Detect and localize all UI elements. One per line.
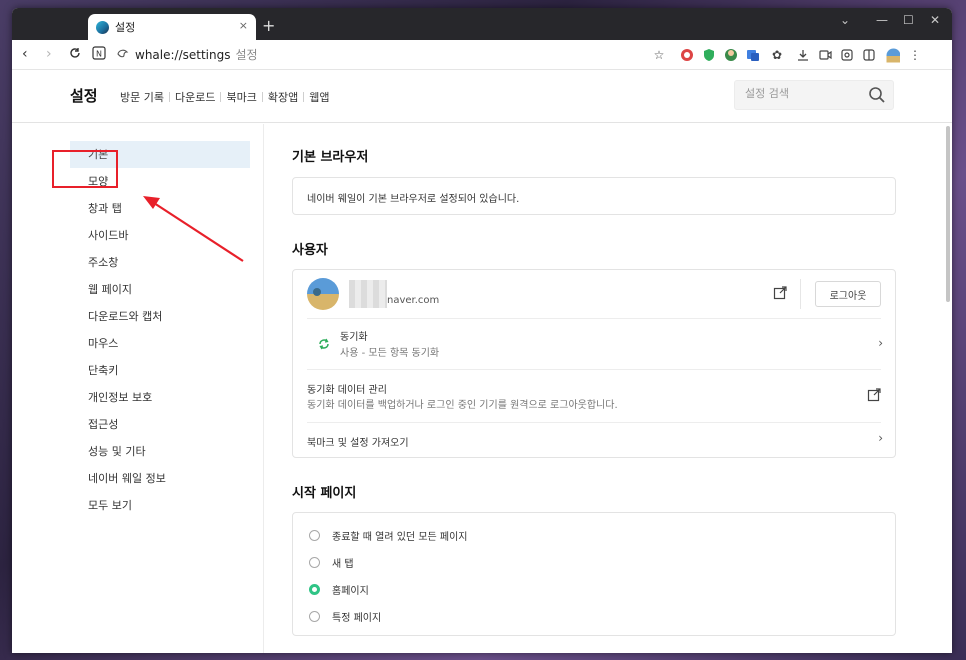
annotation-arrow-icon bbox=[143, 196, 244, 262]
